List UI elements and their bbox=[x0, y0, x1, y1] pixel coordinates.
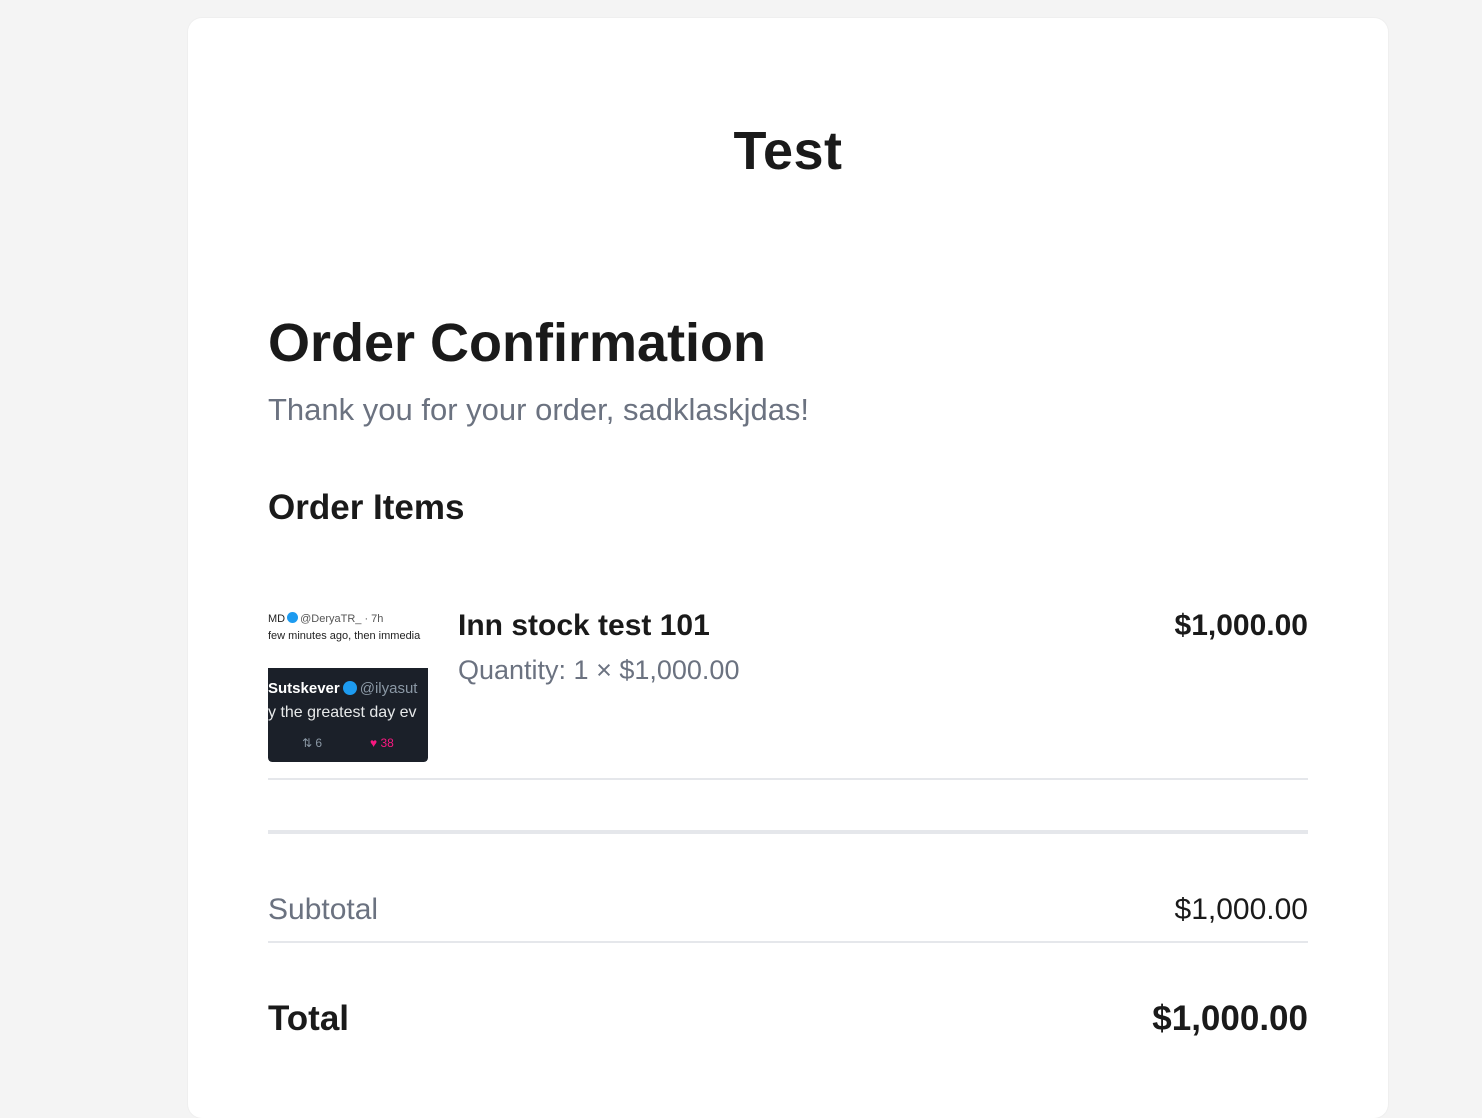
subtotal-value: $1,000.00 bbox=[1174, 893, 1308, 926]
subtotal-label: Subtotal bbox=[268, 893, 379, 926]
verified-badge-icon bbox=[287, 612, 299, 623]
thumbnail-top-text: few minutes ago, then immedia bbox=[268, 630, 421, 642]
order-item-row: MD @DeryaTR_ · 7h few minutes ago, then i… bbox=[268, 596, 1308, 778]
order-confirmation-card: Test Order Confirmation Thank you for yo… bbox=[188, 18, 1388, 1118]
thumbnail-likes: ♥ 38 bbox=[370, 736, 394, 750]
section-divider bbox=[268, 830, 1308, 834]
thank-you-message: Thank you for your order, sadklaskjdas! bbox=[268, 392, 810, 427]
thumbnail-top-tweet: MD @DeryaTR_ · 7h few minutes ago, then i… bbox=[268, 596, 428, 666]
subtotal-divider bbox=[268, 941, 1308, 943]
item-price: $1,000.00 bbox=[1174, 609, 1308, 642]
item-divider bbox=[268, 778, 1308, 780]
thumbnail-bottom-text: y the greatest day ev bbox=[268, 704, 417, 721]
page-title: Order Confirmation bbox=[268, 313, 767, 373]
thumbnail-top-author: MD bbox=[268, 613, 286, 625]
thumbnail-bottom-author: Sutskever bbox=[268, 680, 340, 697]
thumbnail-bottom-handle: @ilyasut bbox=[359, 680, 418, 697]
heart-icon: ♥ bbox=[370, 736, 378, 750]
like-count: 38 bbox=[380, 736, 394, 750]
thumbnail-top-handle: @DeryaTR_ · 7h bbox=[300, 613, 384, 625]
thumbnail-bottom-header: Sutskever @ilyasut bbox=[268, 680, 417, 697]
thumbnail-top-header: MD @DeryaTR_ · 7h bbox=[268, 612, 383, 625]
total-label: Total bbox=[268, 999, 350, 1038]
total-value: $1,000.00 bbox=[1152, 999, 1308, 1038]
verified-badge-icon bbox=[342, 681, 357, 695]
store-name: Test bbox=[733, 121, 843, 181]
thumbnail-retweets: ⇅ 6 bbox=[302, 736, 322, 750]
retweet-count: 6 bbox=[315, 736, 323, 750]
item-quantity: Quantity: 1 × $1,000.00 bbox=[458, 655, 740, 685]
item-name: Inn stock test 101 bbox=[458, 609, 710, 642]
order-items-heading: Order Items bbox=[268, 488, 465, 527]
retweet-icon: ⇅ bbox=[302, 736, 313, 750]
thumbnail-bottom-tweet: Sutskever @ilyasut y the greatest day ev … bbox=[268, 668, 428, 762]
product-thumbnail: MD @DeryaTR_ · 7h few minutes ago, then i… bbox=[268, 596, 428, 762]
